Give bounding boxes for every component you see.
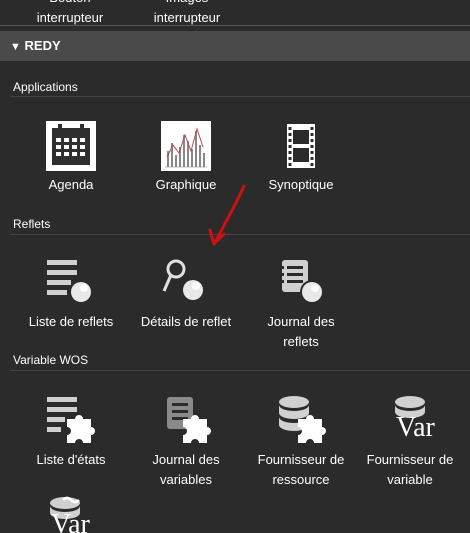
item-line1: Journal des [267, 314, 335, 329]
list-reflect-icon[interactable] [45, 258, 95, 308]
wos-item-liste-etats[interactable]: Liste d'états [6, 450, 136, 470]
reflets-item-details[interactable]: Détails de reflet [121, 312, 251, 332]
database-puzzle-icon[interactable] [276, 395, 326, 445]
item-line2: reflets [283, 334, 319, 349]
chart-icon[interactable] [161, 121, 211, 171]
tilde-var-icon[interactable]: Var [45, 496, 95, 533]
item-line1: Liste de reflets [28, 314, 114, 329]
section-title-reflets: Reflets [13, 217, 51, 231]
top-item-line1: Bouton [5, 0, 135, 8]
annotation-arrow-icon [200, 182, 250, 252]
item-line1: Liste d'états [36, 452, 106, 467]
app-label-agenda[interactable]: Agenda [6, 175, 136, 195]
item-line1: Journal des [152, 452, 220, 467]
section-title-applications: Applications [13, 80, 78, 94]
app-label-synoptique[interactable]: Synoptique [236, 175, 366, 195]
top-item-images-interrupteur[interactable]: Images interrupteur [122, 0, 252, 28]
item-line1: Fournisseur de [366, 452, 454, 467]
wos-item-fournisseur-variable[interactable]: Fournisseur de variable [345, 450, 470, 490]
journal-puzzle-icon[interactable] [161, 395, 211, 445]
divider [10, 96, 470, 97]
top-item-line1: Images [122, 0, 252, 8]
group-header-redy[interactable]: ▼ REDY [0, 31, 470, 61]
magnifier-reflect-icon[interactable] [161, 258, 211, 308]
var-text: Var [396, 412, 435, 443]
journal-reflect-icon[interactable] [276, 258, 326, 308]
wos-item-journal-variables[interactable]: Journal des variables [121, 450, 251, 490]
database-var-icon[interactable]: Var [390, 395, 440, 445]
state-list-puzzle-icon[interactable] [45, 395, 95, 445]
var-text: Var [51, 509, 90, 533]
divider [10, 370, 470, 371]
film-strip-icon[interactable] [276, 121, 326, 171]
reflets-item-liste[interactable]: Liste de reflets [6, 312, 136, 332]
divider [0, 25, 470, 26]
top-item-bouton-interrupteur[interactable]: Bouton interrupteur [5, 0, 135, 28]
item-line2: variables [159, 472, 213, 487]
collapse-triangle-icon: ▼ [10, 41, 21, 53]
reflets-item-journal[interactable]: Journal des reflets [236, 312, 366, 352]
calendar-icon[interactable] [46, 121, 96, 171]
item-line2: variable [387, 472, 433, 487]
group-title: REDY [24, 38, 61, 53]
section-title-variable-wos: Variable WOS [13, 353, 89, 367]
item-line1: Détails de reflet [140, 314, 232, 329]
